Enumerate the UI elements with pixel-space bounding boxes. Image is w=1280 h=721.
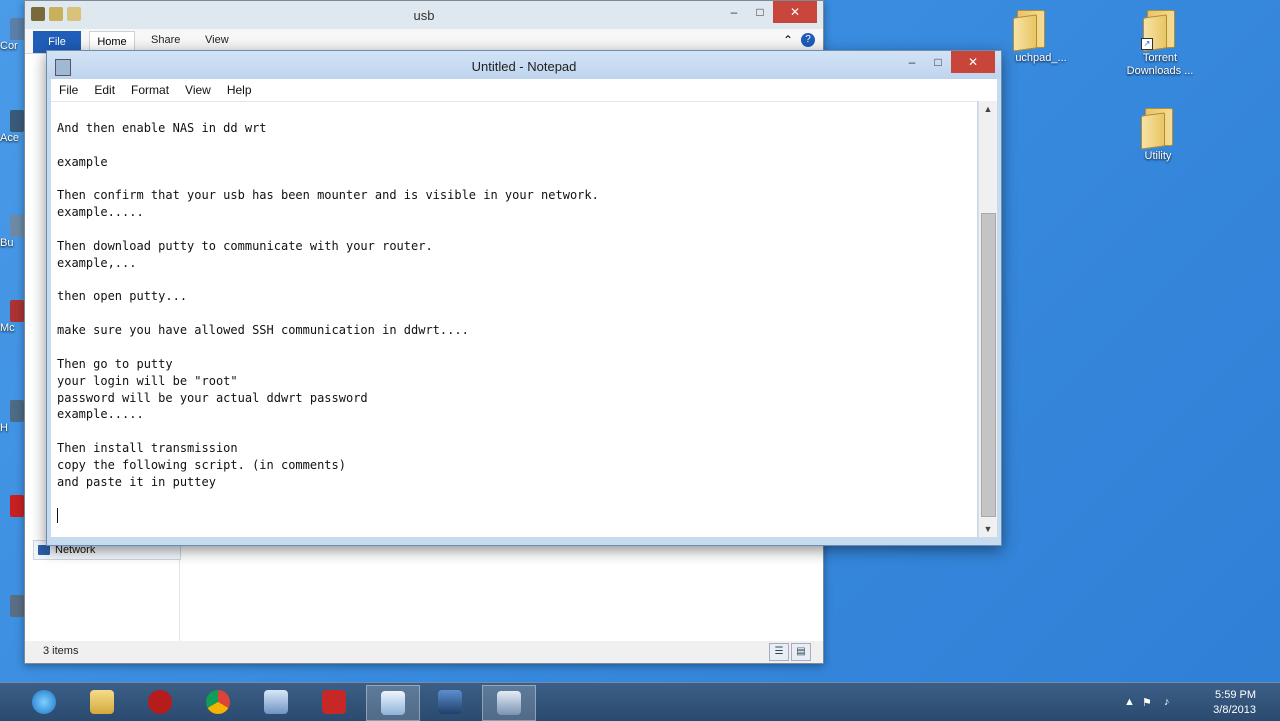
explorer-status-bar: 3 items ☰ ▤ (25, 641, 823, 663)
taskbar-network-tool[interactable] (250, 685, 302, 719)
system-tray: ▲ ⚑ ♪ 5:59 PM 3/8/2013 (1120, 683, 1280, 721)
remote-desktop-icon (438, 690, 462, 714)
taskbar-remote-desktop[interactable] (424, 685, 476, 719)
maximize-button[interactable]: □ (925, 51, 951, 73)
menu-format[interactable]: Format (123, 83, 177, 97)
mcafee-icon (322, 690, 346, 714)
help-icon[interactable]: ? (801, 33, 815, 47)
notepad-text: And then enable NAS in dd wrt example Th… (57, 121, 599, 489)
menu-view[interactable]: View (177, 83, 219, 97)
vertical-scrollbar[interactable]: ▲ ▼ (978, 101, 997, 537)
notepad-menubar: File Edit Format View Help (51, 79, 997, 101)
notepad-title: Untitled - Notepad (471, 59, 577, 74)
large-icons-view-icon[interactable]: ▤ (791, 643, 811, 661)
taskbar-power[interactable] (134, 685, 186, 719)
shortcut-arrow-icon: ↗ (1141, 38, 1153, 50)
scroll-down-arrow-icon[interactable]: ▼ (979, 521, 997, 537)
desktop-icon-stub[interactable]: H (0, 400, 26, 434)
minimize-button[interactable]: – (899, 51, 925, 73)
menu-help[interactable]: Help (219, 83, 260, 97)
floppy-icon (497, 691, 521, 715)
view-toggle: ☰ ▤ (769, 643, 811, 661)
maximize-button[interactable]: □ (747, 1, 773, 23)
notepad-icon (381, 691, 405, 715)
desktop-icon-stub[interactable] (0, 495, 26, 517)
desktop-icon-touchpad[interactable]: uchpad_... (990, 8, 1070, 65)
close-button[interactable]: ✕ (773, 1, 817, 23)
power-icon (148, 690, 172, 714)
tab-view[interactable]: View (205, 34, 229, 46)
taskbar-internet-explorer[interactable] (18, 685, 70, 719)
speaker-icon[interactable]: ♪ (1164, 696, 1170, 708)
collapse-ribbon-icon[interactable]: ⌃ (783, 33, 793, 47)
notepad-text-area[interactable]: And then enable NAS in dd wrt example Th… (51, 101, 977, 537)
notepad-titlebar[interactable]: Untitled - Notepad – □ ✕ (47, 51, 1001, 79)
desktop-icon-stub[interactable] (0, 595, 26, 617)
notepad-window[interactable]: Untitled - Notepad – □ ✕ File Edit Forma… (46, 50, 1002, 546)
clock[interactable]: 5:59 PM 3/8/2013 (1213, 688, 1256, 718)
notepad-window-controls: – □ ✕ (899, 51, 995, 73)
close-button[interactable]: ✕ (951, 51, 995, 73)
scroll-up-arrow-icon[interactable]: ▲ (979, 101, 997, 117)
taskbar: ▲ ⚑ ♪ 5:59 PM 3/8/2013 (0, 682, 1280, 721)
minimize-button[interactable]: – (721, 1, 747, 23)
item-count: 3 items (43, 645, 79, 657)
internet-explorer-icon (32, 690, 56, 714)
taskbar-chrome[interactable] (192, 685, 244, 719)
file-explorer-icon (90, 690, 114, 714)
taskbar-floppy[interactable] (482, 685, 536, 721)
folder-icon (1141, 106, 1175, 150)
show-hidden-icons-icon[interactable]: ▲ (1124, 696, 1135, 708)
explorer-title: usb (413, 8, 435, 23)
text-caret (57, 508, 58, 524)
desktop-icon-stub[interactable]: Bu (0, 215, 26, 249)
desktop-icon-torrent-downloads[interactable]: ↗ Torrent Downloads ... (1120, 8, 1200, 78)
desktop-icon-utility[interactable]: Utility (1118, 106, 1198, 163)
desktop-icon-stub[interactable]: Mc (0, 300, 26, 334)
network-icon (38, 545, 50, 556)
clock-date: 3/8/2013 (1213, 704, 1256, 716)
explorer-titlebar[interactable]: usb – □ ✕ (25, 1, 823, 29)
tab-home[interactable]: Home (89, 31, 135, 52)
clock-time: 5:59 PM (1215, 689, 1256, 701)
details-view-icon[interactable]: ☰ (769, 643, 789, 661)
desktop-icon-stub[interactable]: Ace (0, 110, 26, 144)
network-tool-icon (264, 690, 288, 714)
explorer-window-controls: – □ ✕ (721, 1, 817, 23)
scrollbar-thumb[interactable] (981, 213, 996, 517)
menu-file[interactable]: File (51, 83, 86, 97)
menu-edit[interactable]: Edit (86, 83, 123, 97)
desktop-icon-stub[interactable]: Cor (0, 18, 26, 52)
taskbar-mcafee[interactable] (308, 685, 360, 719)
tab-share[interactable]: Share (151, 34, 180, 46)
folder-icon: ↗ (1141, 8, 1177, 52)
flag-icon[interactable]: ⚑ (1142, 696, 1152, 709)
chrome-icon (206, 690, 230, 714)
folder-icon (1013, 8, 1047, 52)
taskbar-notepad[interactable] (366, 685, 420, 721)
taskbar-file-explorer[interactable] (76, 685, 128, 719)
